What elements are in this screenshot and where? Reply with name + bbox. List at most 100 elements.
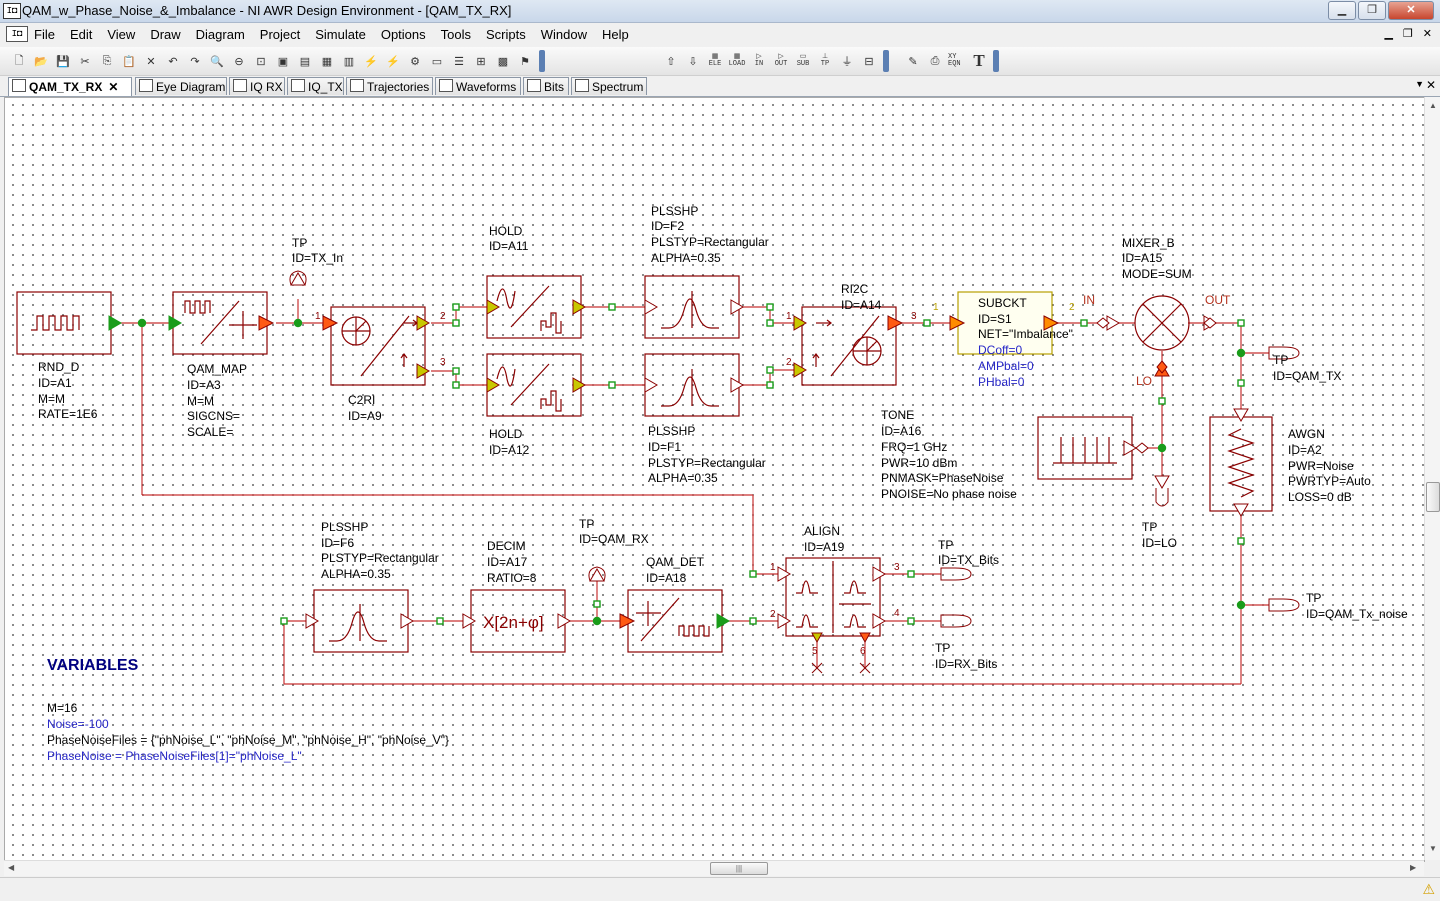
tab-list-icon[interactable]: ▼ [1415,79,1424,89]
tp-rx-bits-label: TP [935,641,950,655]
horizontal-scrollbar[interactable]: ◀ ||| ▶ [4,860,1424,876]
tab-iq-tx[interactable]: IQ_TX [287,77,344,95]
element-icon[interactable]: ▦ ELE [706,52,724,70]
down-icon[interactable]: ⇩ [684,52,702,70]
bus-icon[interactable]: ☰ [450,52,468,70]
tab-qam-tx-rx[interactable]: QAM_TX_RX ✕ [8,77,132,96]
paste-icon[interactable]: 📋 [120,52,138,70]
tab-trajectories[interactable]: Trajectories [346,77,433,95]
window-close-icon[interactable]: ✕ [1426,78,1436,92]
c2ri-element[interactable] [330,306,426,386]
add-eqn-icon[interactable]: ▥ [340,52,358,70]
tab-eye-diagram[interactable]: Eye Diagram [135,77,227,95]
qam-map-sigcns: SIGCNS= [187,409,240,423]
toolbar: 🗋 📂 💾 ✂ ⎘ 📋 ✕ ↶ ↷ 🔍 ⊖ ⊡ ▣ ▤ ▦ ▥ ⚡ ⚡ ⚙ ▭ … [0,47,1440,76]
close-button[interactable]: ✕ [1388,1,1434,20]
zoom-area-icon[interactable]: 🔍 [208,52,226,70]
optimize-icon[interactable]: ⚑ [516,52,534,70]
menu-help[interactable]: Help [602,27,638,42]
rnd-d-rate: RATE=1E6 [38,407,98,421]
zoom-out-icon[interactable]: ⊖ [230,52,248,70]
menu-simulate[interactable]: Simulate [315,27,375,42]
tp-tx-in-id: ID=TX_In [292,251,343,265]
menu-file[interactable]: File [34,27,64,42]
scroll-right-icon[interactable]: ▶ [1410,863,1416,872]
scroll-left-icon[interactable]: ◀ [8,863,14,872]
mdi-minimize-button[interactable]: ▁ [1384,27,1392,40]
redo-icon[interactable]: ↷ [186,52,204,70]
save-icon[interactable]: 💾 [54,52,72,70]
menu-window[interactable]: Window [541,27,596,42]
scroll-down-icon[interactable]: ▼ [1429,844,1437,853]
add-schematic-icon[interactable]: ▤ [296,52,314,70]
menu-diagram[interactable]: Diagram [196,27,254,42]
maximize-button[interactable]: ❐ [1358,1,1386,20]
element-labels: RND_D ID=A1 M=M RATE=1E6 QAM_MAP ID=A3 M… [38,204,1408,671]
menu-edit[interactable]: Edit [70,27,101,42]
xy-eqn-icon[interactable]: XY EQN [948,52,966,70]
menu-view[interactable]: View [107,27,144,42]
tune-tool-icon[interactable]: ⚙ [406,52,424,70]
subcircuit-icon[interactable]: ▭ SUB [794,52,812,70]
plsshp-f6-element[interactable] [313,589,409,653]
cut-icon[interactable]: ✂ [76,52,94,70]
plsshp-f6-alpha: ALPHA=0.35 [321,567,391,581]
warning-icon[interactable]: ⚠ [1422,881,1435,898]
menu-options[interactable]: Options [381,27,435,42]
mdi-close-button[interactable]: ✕ [1423,27,1432,40]
tab-close-icon[interactable]: ✕ [108,80,118,94]
schematic-drawing[interactable]: X[2n+φ] RND_D ID=A1 M=M RATE=1E6 QAM_MAP… [5,98,1424,861]
copy-icon[interactable]: ⎘ [98,52,116,70]
new-icon[interactable]: 🗋 [10,52,28,70]
tab-iq-rx[interactable]: IQ RX [229,77,285,95]
vertical-scrollbar[interactable]: ▲ ▼ [1424,97,1440,860]
mdi-restore-button[interactable]: ❐ [1403,27,1413,40]
vertical-scroll-thumb[interactable] [1426,482,1440,512]
analyze-icon[interactable]: ⚡ [362,52,380,70]
align-id: ID=A19 [804,540,845,554]
view-all-icon[interactable]: ▣ [274,52,292,70]
print-icon[interactable]: ⎙ [926,52,944,70]
variables-block[interactable]: M=16 Noise=-100 PhaseNoiseFiles = {"phNo… [47,701,449,763]
add-sweep-icon[interactable]: ▭ [428,52,446,70]
tab-spectrum[interactable]: Spectrum [571,77,647,95]
horizontal-scroll-thumb[interactable]: ||| [710,862,768,875]
qam-det-element[interactable] [627,589,723,653]
up-icon[interactable]: ⇧ [662,52,680,70]
menu-draw[interactable]: Draw [150,27,189,42]
open-icon[interactable]: 📂 [32,52,50,70]
add-graph-icon[interactable]: ▦ [318,52,336,70]
input-port-icon[interactable]: ▷ IN [750,52,768,70]
text-tool-icon[interactable]: T [970,51,988,70]
wire-icon[interactable]: ⊟ [860,52,878,70]
measure-icon[interactable]: ✎ [904,52,922,70]
menu-scripts[interactable]: Scripts [486,27,535,42]
port-icon[interactable]: ⊞ [472,52,490,70]
hold-a11-element[interactable] [486,275,582,339]
menu-project[interactable]: Project [260,27,309,42]
toolbar-grip[interactable] [993,50,999,72]
undo-icon[interactable]: ↶ [164,52,182,70]
tab-bits[interactable]: Bits [523,77,569,95]
awgn-power: PWR=Noise [1288,459,1354,473]
schematic-canvas[interactable]: X[2n+φ] RND_D ID=A1 M=M RATE=1E6 QAM_MAP… [4,97,1425,862]
load-icon[interactable]: ▦ LOAD [728,52,746,70]
document-icon[interactable]: I◘ [6,26,28,42]
toolbar-grip[interactable] [883,50,889,72]
menu-tools[interactable]: Tools [441,27,480,42]
scroll-up-icon[interactable]: ▲ [1429,101,1437,110]
tp-tx-bits-label: TP [938,538,953,552]
tab-waveforms[interactable]: Waveforms [435,77,521,95]
minimize-button[interactable]: ▁ [1328,1,1356,20]
ground-icon[interactable]: ⏚ [838,52,856,70]
zoom-fit-icon[interactable]: ⊡ [252,52,270,70]
ri2c-element[interactable] [801,306,897,386]
netlist-icon[interactable]: ▩ [494,52,512,70]
delete-icon[interactable]: ✕ [142,52,160,70]
test-point-icon[interactable]: ⊥ TP [816,52,834,70]
hold-a12-element[interactable] [486,353,582,417]
toolbar-grip[interactable] [539,50,545,72]
rnd-d-element[interactable] [16,291,112,355]
output-port-icon[interactable]: ▷ OUT [772,52,790,70]
tune-icon[interactable]: ⚡ [384,52,402,70]
